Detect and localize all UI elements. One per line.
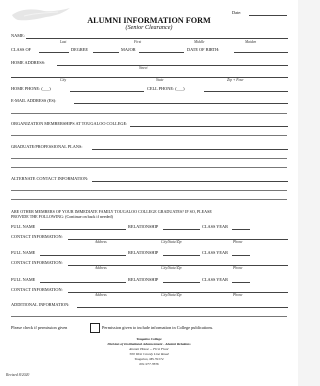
grad-plans-label: GRADUATE/PROFESSIONAL PLANS: [11,144,83,149]
full-name-label: FULL NAME [11,277,36,282]
city-sub-label: City [60,78,67,82]
class-year-label: CLASS YEAR [202,224,228,229]
name-sub-last: Last [60,40,67,44]
contact-sub-phone: Phone [233,266,243,270]
dob-label: DATE OF BIRTH: [187,47,220,52]
full-name-label: FULL NAME [11,250,36,255]
org-field[interactable] [130,126,288,127]
zip-sub-label: Zip + Four [227,78,244,82]
street-field[interactable] [57,65,288,66]
date-label: Date: [232,10,242,15]
org-extra-line-1[interactable] [11,135,287,136]
class-year-label: CLASS YEAR [202,277,228,282]
footer-college: Tougaloo College [136,337,162,341]
grad-plans-field[interactable] [92,149,288,150]
relationship-field[interactable] [163,255,200,256]
form-subtitle: (Senior Clearance) [125,25,173,31]
name-sub-maiden: Maiden [245,40,257,44]
cell-phone-field[interactable] [204,91,288,92]
home-phone-label: HOME PHONE: (___) [11,86,51,91]
contact-info-label: CONTACT INFORMATION: [11,260,63,265]
full-name-label: FULL NAME [11,224,36,229]
alt-extra-line-1[interactable] [11,190,287,191]
full-name-field[interactable] [40,255,126,256]
state-sub-label: State [156,78,164,82]
contact-sub-phone: Phone [233,240,243,244]
email-label: E-MAIL ADDRESS (ES): [11,98,57,103]
name-sub-first: First [134,40,142,44]
name-sub-middle: Middle [194,40,205,44]
relationship-label: RELATIONSHIP [128,250,159,255]
footer-division: Division of Institutional Advancement - … [107,342,191,346]
relationship-field[interactable] [163,229,200,230]
alt-extra-line-2[interactable] [11,199,287,200]
home-phone-field[interactable] [70,91,144,92]
grad-extra-line-2[interactable] [11,167,287,168]
home-address-label: HOME ADDRESS: [11,60,46,65]
footer-street: 500 West County Line Road [129,352,169,356]
contact-sub-city: City/State/Zip [161,240,182,244]
form-title: ALUMNI INFORMATION FORM [87,16,211,25]
alt-contact-field[interactable] [92,181,288,182]
alt-contact-label: ALTERNATE CONTACT INFORMATION: [11,176,89,181]
relationship-field[interactable] [163,282,200,283]
contact-sub-city: City/State/Zip [161,266,182,270]
alumni-form-page: Date: ALUMNI INFORMATION FORM (Senior Cl… [0,0,298,386]
degree-label: DEGREE [71,47,88,52]
cell-phone-label: CELL PHONE: (___) [147,86,185,91]
full-name-field[interactable] [40,282,126,283]
email-field[interactable] [74,103,288,104]
additional-extra-line[interactable] [11,316,287,317]
relationship-label: RELATIONSHIP [128,224,159,229]
additional-info-field[interactable] [77,307,288,308]
contact-sub-city: City/State/Zip [161,293,182,297]
contact-sub-address: Address [95,266,107,270]
name-field[interactable] [26,38,288,39]
major-field[interactable] [139,52,184,53]
contact-sub-phone: Phone [233,293,243,297]
contact-info-label: CONTACT INFORMATION: [11,234,63,239]
footer-building: Alumni House -- First Floor [129,347,169,351]
contact-sub-address: Address [95,240,107,244]
family-question-line-2: PROVIDE THE FOLLOWING: (Continue on back… [11,214,113,219]
footer-city: Tougaloo, MS 39174 [134,357,164,361]
permission-text: Permission given to include information … [102,325,214,330]
class-year-field[interactable] [232,282,250,283]
class-of-label: CLASS OF [11,47,31,52]
relationship-label: RELATIONSHIP [128,277,159,282]
contact-info-label: CONTACT INFORMATION: [11,287,63,292]
permission-prompt: Please check if permission given [11,325,68,330]
degree-field[interactable] [93,52,119,53]
full-name-field[interactable] [40,229,126,230]
org-memberships-label: ORGANIZATION MEMBERSHIPS AT TOUGALOO COL… [11,121,128,126]
class-year-field[interactable] [232,229,250,230]
major-label: MAJOR [121,47,136,52]
dob-field[interactable] [234,52,288,53]
name-label: NAME: [11,33,25,38]
revised-date: Revised 8/2020 [6,373,30,377]
city-state-zip-field[interactable] [11,77,288,78]
grad-extra-line-1[interactable] [11,158,287,159]
permission-checkbox[interactable] [90,323,100,333]
class-year-field[interactable] [232,255,250,256]
contact-sub-address: Address [95,293,107,297]
additional-info-label: ADDITIONAL INFORMATION: [11,302,70,307]
footer-phone: 601.977.7836 [139,362,159,366]
class-of-field[interactable] [39,52,69,53]
street-sub-label: Street [139,66,148,70]
email-extra-line[interactable] [11,113,287,114]
class-year-label: CLASS YEAR [202,250,228,255]
